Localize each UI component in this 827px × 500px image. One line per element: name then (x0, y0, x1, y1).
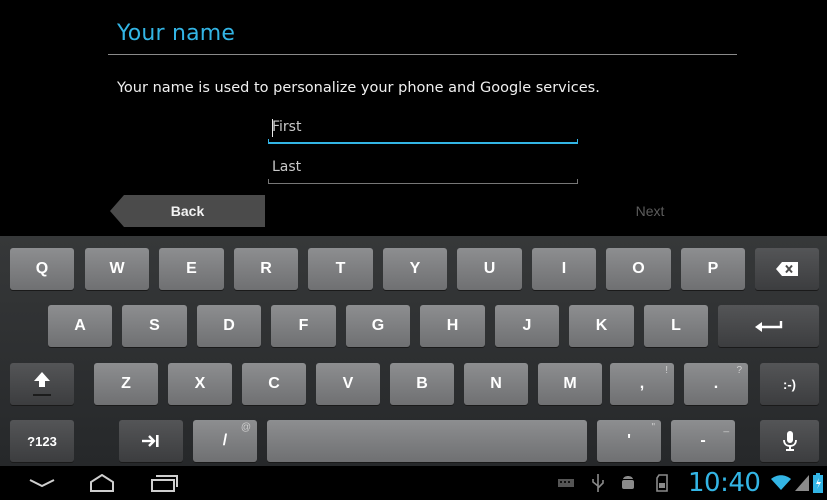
enter-key[interactable] (718, 305, 819, 347)
status-clock: 10:40 (688, 468, 761, 498)
soft-keyboard: Q W E R T Y U I O P A S D F G H J K L Z … (0, 236, 827, 466)
key-l[interactable]: L (644, 305, 708, 347)
wifi-icon (770, 466, 792, 500)
sd-card-icon (652, 466, 672, 500)
page-description: Your name is used to personalize your ph… (117, 80, 600, 96)
dash-hint: _ (723, 422, 729, 433)
first-name-underline (268, 139, 578, 144)
android-debug-icon (618, 466, 638, 500)
smiley-key[interactable]: :-) (760, 363, 819, 405)
first-name-field[interactable] (268, 114, 578, 144)
apostrophe-hint: " (651, 422, 655, 433)
apostrophe-label: ' (627, 432, 631, 449)
key-s[interactable]: S (122, 305, 187, 347)
period-label: . (713, 375, 719, 392)
backspace-key[interactable] (755, 248, 819, 290)
key-m[interactable]: M (538, 363, 602, 405)
usb-icon (588, 466, 608, 500)
space-key[interactable] (267, 420, 587, 462)
dash-key[interactable]: - _ (671, 420, 735, 462)
battery-icon (811, 466, 825, 500)
first-name-input[interactable] (272, 116, 572, 138)
shift-key[interactable] (10, 363, 74, 405)
key-e[interactable]: E (159, 248, 224, 290)
key-g[interactable]: G (346, 305, 410, 347)
last-name-underline (268, 179, 578, 184)
last-name-field[interactable] (268, 154, 578, 184)
key-p[interactable]: P (681, 248, 745, 290)
key-v[interactable]: V (316, 363, 380, 405)
dash-label: - (700, 432, 706, 449)
enter-arrow-icon (754, 321, 782, 332)
tab-key[interactable] (119, 420, 183, 462)
key-u[interactable]: U (457, 248, 522, 290)
back-nav-button[interactable] (20, 466, 64, 500)
page-title: Your name (117, 21, 236, 46)
key-b[interactable]: B (390, 363, 454, 405)
key-f[interactable]: F (271, 305, 336, 347)
comma-label: , (639, 375, 645, 392)
key-h[interactable]: H (420, 305, 485, 347)
key-n[interactable]: N (464, 363, 528, 405)
symbols-key[interactable]: ?123 (10, 420, 74, 462)
period-hint: ? (736, 365, 742, 376)
key-r[interactable]: R (234, 248, 298, 290)
key-q[interactable]: Q (10, 248, 74, 290)
period-key[interactable]: . ? (684, 363, 748, 405)
key-j[interactable]: J (495, 305, 559, 347)
microphone-icon (782, 431, 797, 451)
voice-input-key[interactable] (760, 420, 819, 462)
title-divider (108, 54, 737, 55)
recent-apps-button[interactable] (144, 466, 184, 500)
slash-hint: @ (240, 422, 251, 433)
text-cursor (272, 119, 273, 137)
key-x[interactable]: X (168, 363, 232, 405)
backspace-icon (776, 262, 798, 276)
comma-hint: ! (665, 365, 668, 376)
name-setup-form: Your name Your name is used to personali… (0, 0, 827, 236)
recent-apps-icon (151, 475, 178, 492)
key-d[interactable]: D (197, 305, 261, 347)
home-nav-button[interactable] (82, 466, 122, 500)
keyboard-status-icon (556, 466, 576, 500)
slash-label: / (222, 432, 228, 449)
back-button[interactable]: Back (110, 195, 265, 227)
key-k[interactable]: K (569, 305, 634, 347)
key-z[interactable]: Z (94, 363, 158, 405)
chevron-down-icon (29, 479, 55, 488)
next-button[interactable]: Next (560, 195, 740, 227)
key-w[interactable]: W (85, 248, 149, 290)
key-i[interactable]: I (532, 248, 596, 290)
last-name-input[interactable] (272, 156, 572, 178)
key-t[interactable]: T (308, 248, 373, 290)
apostrophe-key[interactable]: ' " (597, 420, 661, 462)
signal-icon (794, 466, 810, 500)
home-icon (90, 474, 114, 492)
comma-key[interactable]: , ! (610, 363, 674, 405)
key-y[interactable]: Y (383, 248, 447, 290)
system-bar: 10:40 (0, 466, 827, 500)
key-o[interactable]: O (606, 248, 671, 290)
slash-key[interactable]: / @ (193, 420, 257, 462)
tab-arrow-icon (142, 435, 159, 447)
key-a[interactable]: A (48, 305, 112, 347)
shift-arrow-icon (33, 372, 51, 396)
key-c[interactable]: C (242, 363, 306, 405)
